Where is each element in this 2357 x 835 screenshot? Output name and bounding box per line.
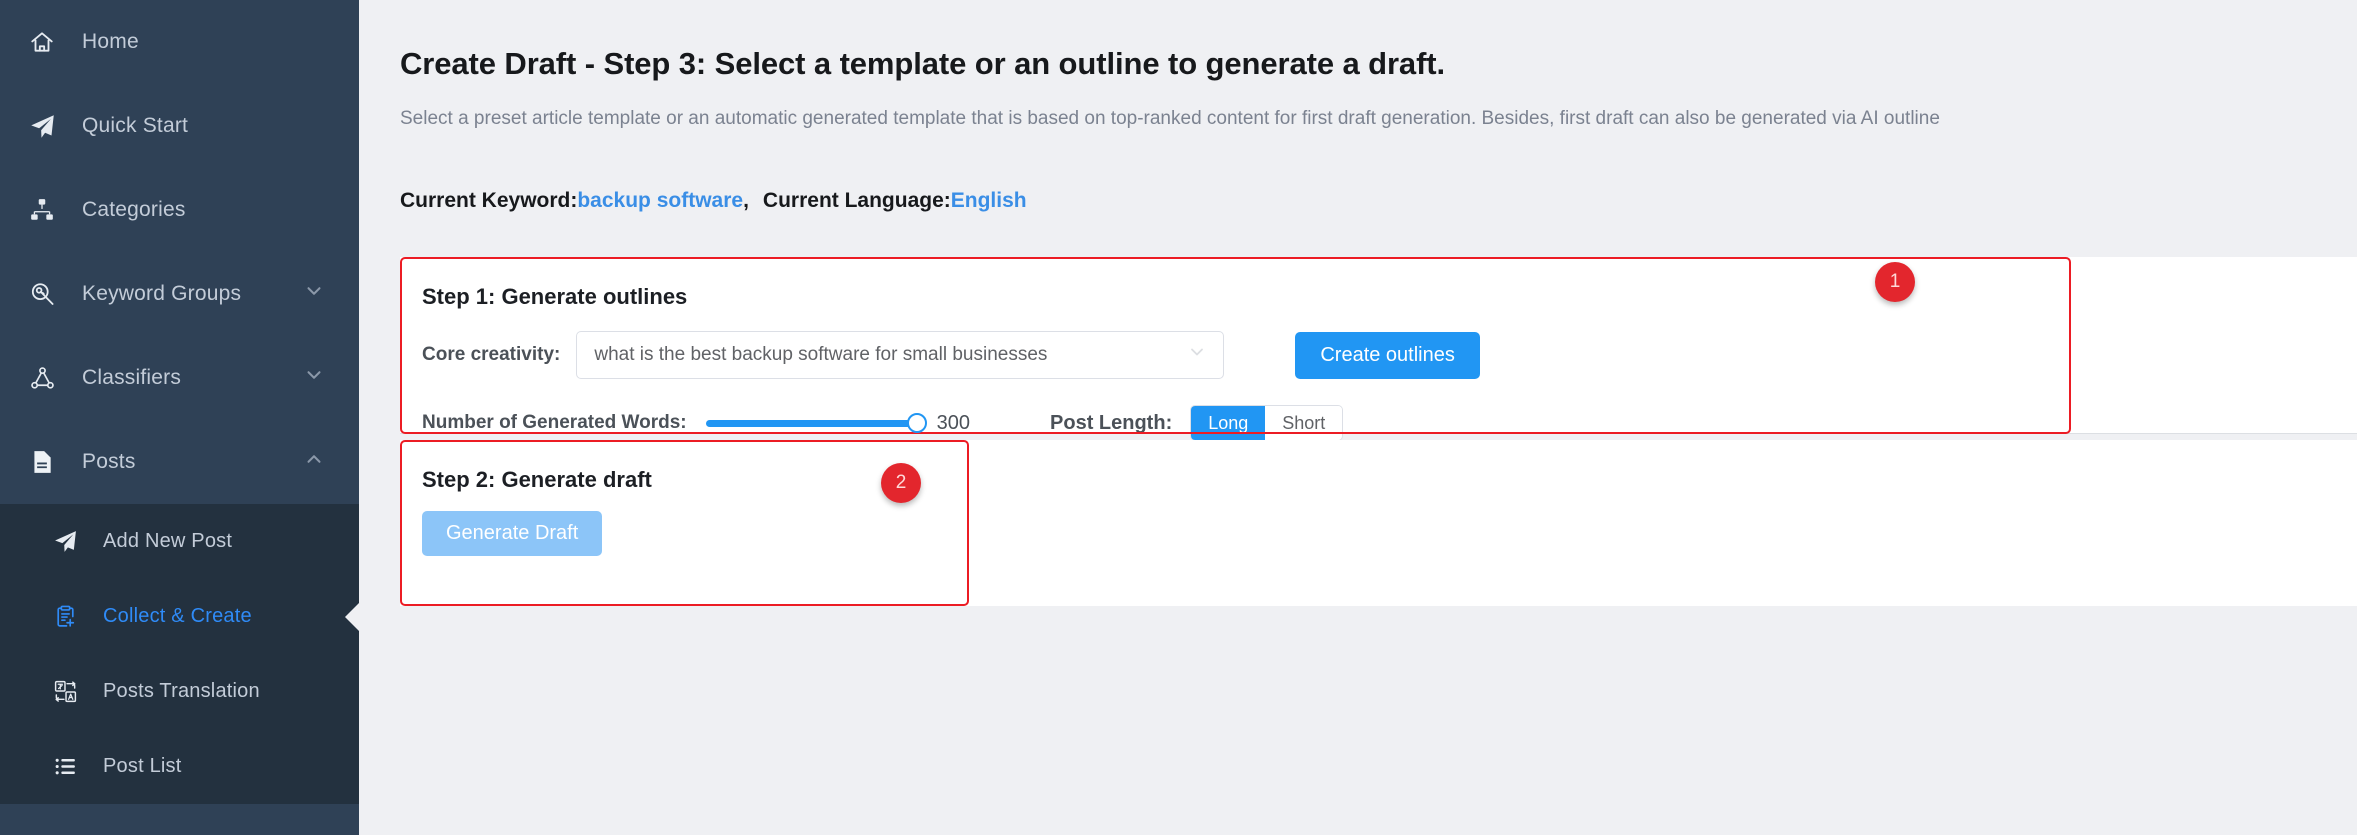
main-content: Create Draft - Step 3: Select a template…	[359, 0, 2357, 835]
sidebar-item-post-list[interactable]: Post List	[0, 729, 359, 804]
sidebar-item-label: Keyword Groups	[82, 282, 242, 305]
generated-words-value: 300	[936, 411, 971, 434]
sidebar-item-label: Add New Post	[103, 530, 233, 552]
translate-icon	[45, 672, 85, 712]
copy-icon	[22, 826, 62, 835]
list-icon	[45, 747, 85, 787]
sidebar: Home Quick Start Categories Keyword Grou…	[0, 0, 359, 835]
chevron-down-icon[interactable]	[1187, 342, 1207, 368]
chevron-down-icon[interactable]	[303, 280, 325, 308]
generated-words-label: Number of Generated Words:	[422, 412, 687, 433]
sidebar-item-quick-start[interactable]: Quick Start	[0, 84, 359, 168]
post-length-label: Post Length:	[1050, 411, 1173, 434]
sidebar-item-label: Posts Translation	[103, 680, 260, 702]
active-item-arrow-icon	[345, 601, 359, 632]
step1-options-row: Number of Generated Words: 300 Post Leng…	[400, 405, 2357, 441]
sidebar-item-classifiers[interactable]: Classifiers	[0, 336, 359, 420]
app-root: Home Quick Start Categories Keyword Grou…	[0, 0, 2357, 835]
paper-plane-icon	[45, 522, 85, 562]
post-length-option-long[interactable]: Long	[1191, 406, 1266, 440]
clipboard-plus-icon	[45, 597, 85, 637]
current-context-row: Current Keyword:backup software, Current …	[359, 130, 2357, 213]
sidebar-item-collect-and-create[interactable]: Collect & Create	[0, 579, 359, 654]
sidebar-item-label: Categories	[82, 198, 186, 221]
sidebar-item-posts-translation[interactable]: Posts Translation	[0, 654, 359, 729]
step1-creativity-row: Core creativity: what is the best backup…	[400, 331, 2357, 379]
create-outlines-button[interactable]: Create outlines	[1295, 331, 1480, 379]
step2-title: Step 2: Generate draft	[422, 467, 652, 492]
sidebar-submenu-posts: Add New Post Collect & Create Posts Tran…	[0, 504, 359, 804]
core-creativity-value: what is the best backup software for sma…	[594, 344, 1048, 365]
key-search-icon	[22, 274, 62, 314]
page-description: Select a preset article template or an a…	[400, 108, 1940, 129]
core-creativity-label: Core creativity:	[422, 344, 561, 365]
sidebar-item-post-templates[interactable]: Post Templates	[0, 804, 359, 835]
document-icon	[22, 442, 62, 482]
sidebar-item-home[interactable]: Home	[0, 0, 359, 84]
home-icon	[22, 22, 62, 62]
sidebar-item-label: Quick Start	[82, 114, 189, 137]
core-creativity-select[interactable]: what is the best backup software for sma…	[576, 331, 1225, 379]
step2-card: 2 Step 2: Generate draft Generate Draft	[400, 440, 2357, 606]
context-separator: ,	[743, 189, 749, 212]
sitemap-icon	[22, 190, 62, 230]
slider-track	[705, 419, 919, 427]
current-keyword-label: Current Keyword:	[400, 189, 578, 212]
post-length-option-short[interactable]: Short	[1265, 406, 1343, 440]
network-nodes-icon	[22, 358, 62, 398]
paper-plane-icon	[22, 106, 62, 146]
sidebar-item-label: Home	[82, 30, 139, 53]
current-language-value: English	[950, 189, 1027, 212]
post-length-toggle-group: Long Short	[1190, 405, 1344, 441]
sidebar-item-categories[interactable]: Categories	[0, 168, 359, 252]
step1-card: 1 Step 1: Generate outlines Core creativ…	[400, 257, 2357, 441]
chevron-down-icon[interactable]	[303, 364, 325, 392]
generated-words-slider[interactable]	[705, 411, 927, 435]
sidebar-item-posts[interactable]: Posts	[0, 420, 359, 504]
page-title: Create Draft - Step 3: Select a template…	[400, 46, 1446, 81]
sidebar-item-label: Post List	[103, 755, 182, 777]
current-keyword-value: backup software	[577, 189, 744, 212]
slider-knob[interactable]	[906, 413, 927, 433]
current-language-label: Current Language:	[762, 189, 951, 212]
chevron-up-icon[interactable]	[303, 448, 325, 476]
sidebar-item-add-new-post[interactable]: Add New Post	[0, 504, 359, 579]
generate-draft-button[interactable]: Generate Draft	[422, 511, 603, 556]
steps-container: 1 Step 1: Generate outlines Core creativ…	[359, 257, 2357, 606]
sidebar-item-label: Collect & Create	[103, 605, 252, 627]
step1-title: Step 1: Generate outlines	[422, 284, 688, 309]
step1-badge: 1	[1875, 262, 1915, 302]
sidebar-item-label: Posts	[82, 450, 136, 473]
sidebar-item-keyword-groups[interactable]: Keyword Groups	[0, 252, 359, 336]
sidebar-item-label: Classifiers	[82, 366, 182, 389]
step2-badge: 2	[881, 463, 921, 503]
